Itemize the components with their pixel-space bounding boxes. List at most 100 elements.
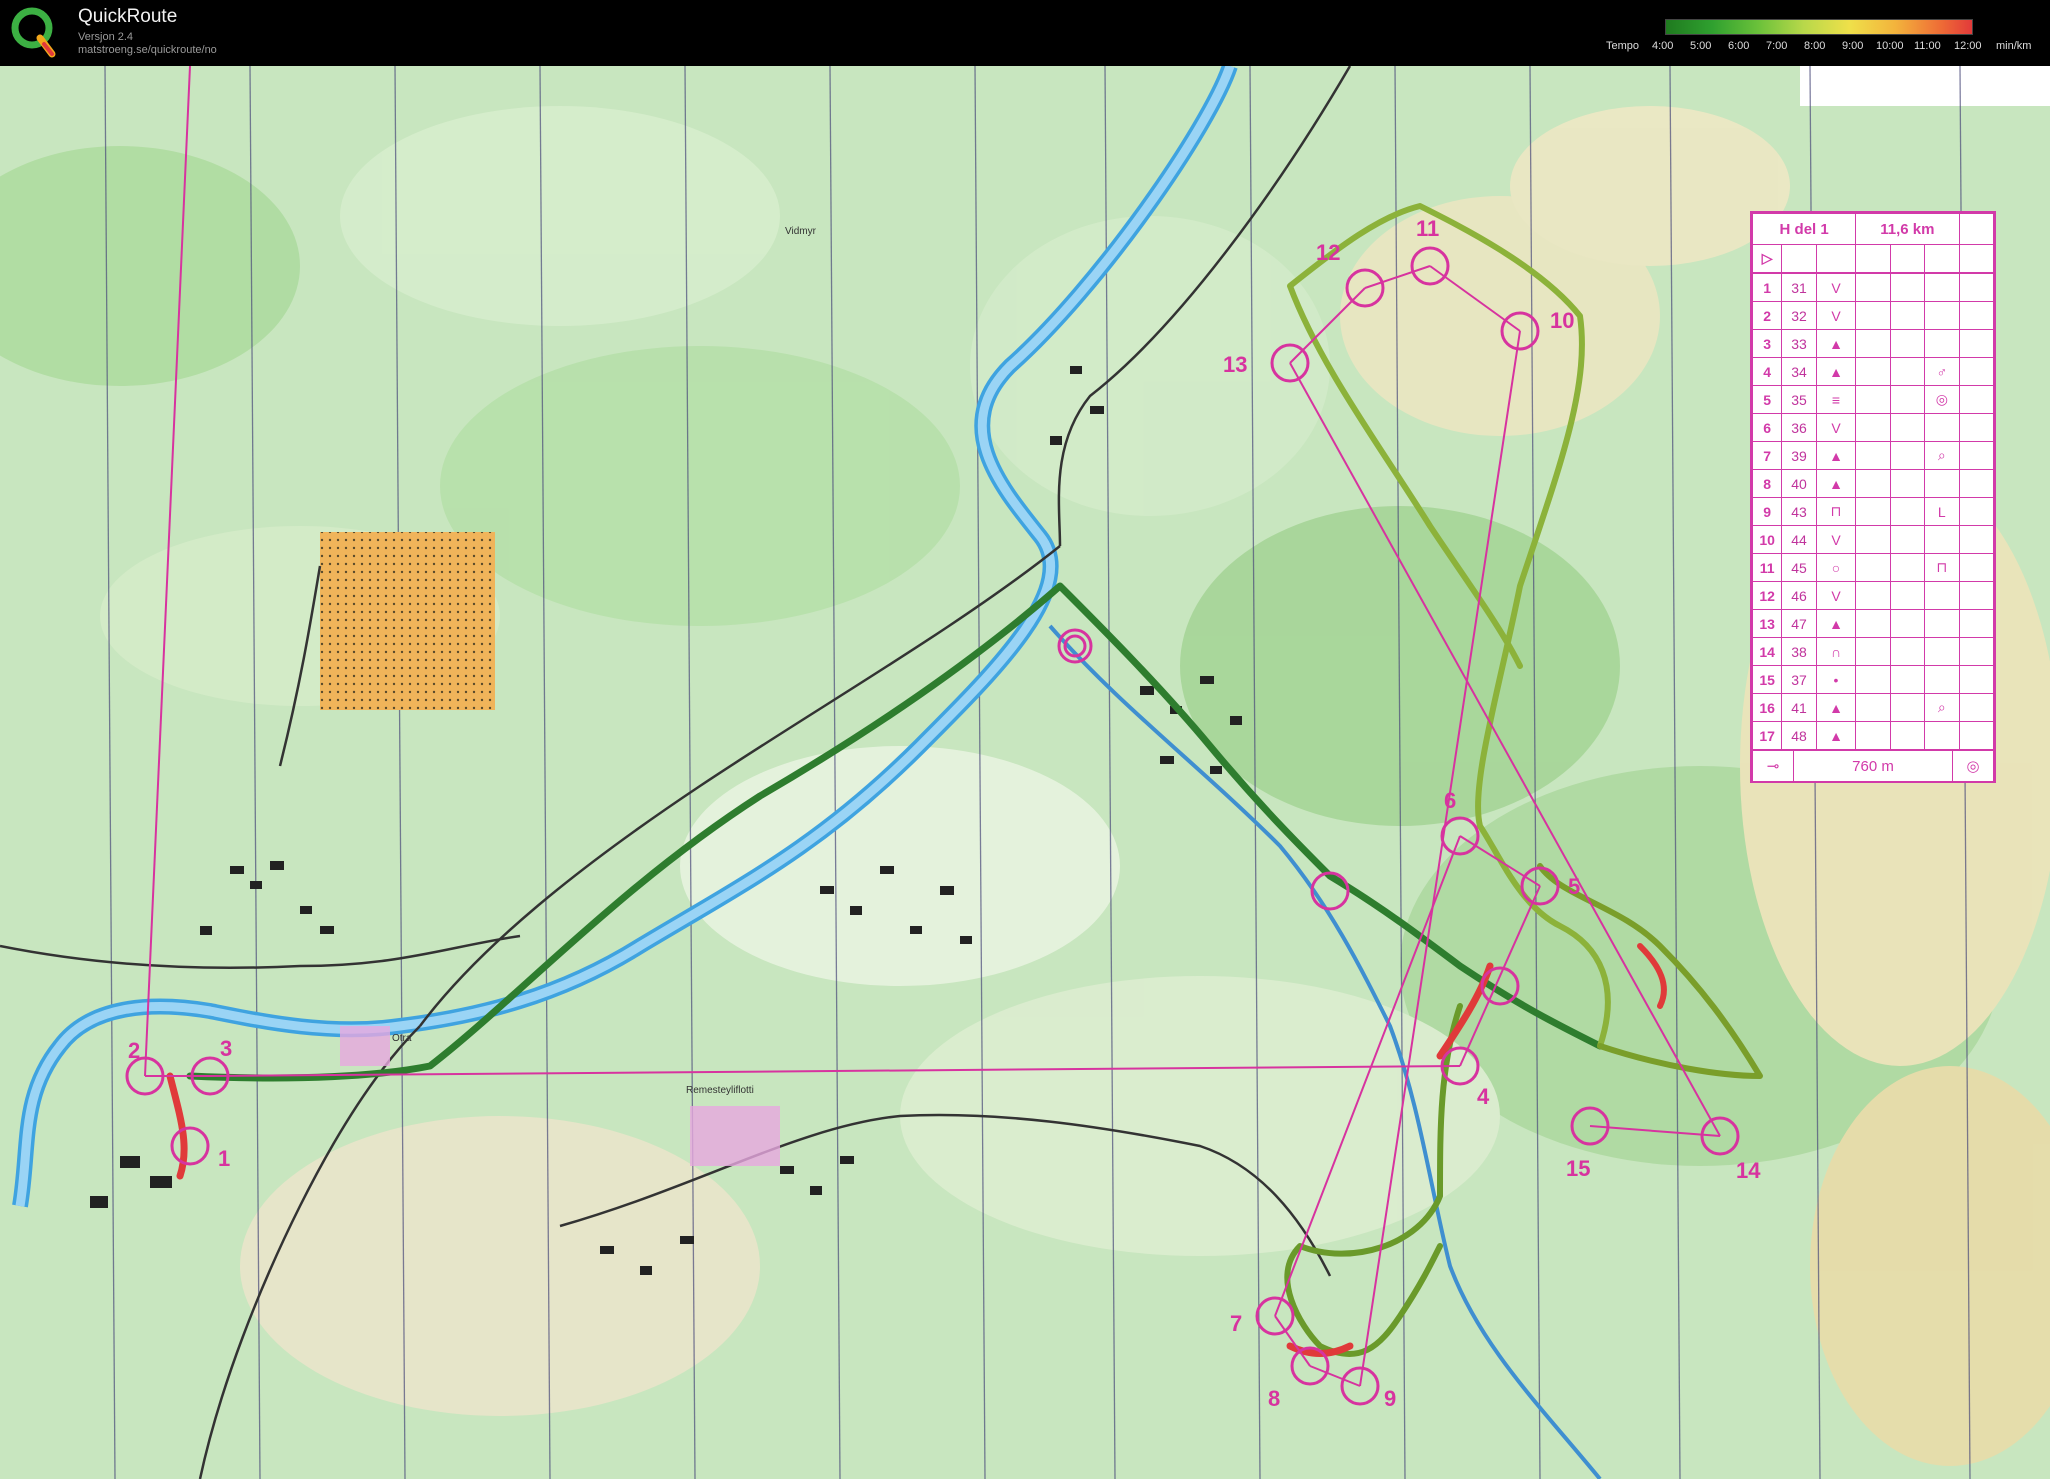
control-row: 2 32 V (1751, 301, 1995, 330)
finish-end-icon: ◎ (1952, 750, 1994, 782)
empty-cell (1855, 581, 1891, 610)
empty-cell (1855, 637, 1891, 666)
control-code: 34 (1781, 357, 1817, 386)
place-remesteyliflotti: Remesteyliflotti (686, 1085, 754, 1096)
control-number: 1 (1751, 273, 1783, 302)
detail-symbol-icon (1924, 301, 1960, 330)
detail-symbol-icon (1924, 581, 1960, 610)
control-row: 12 46 V (1751, 581, 1995, 610)
empty-cell (1958, 637, 1995, 666)
start-triangle-icon: ▷ (1751, 244, 1783, 273)
control-code: 35 (1781, 385, 1817, 414)
control-code: 39 (1781, 441, 1817, 470)
empty-cell (1958, 385, 1995, 414)
control-9-label: 9 (1384, 1386, 1396, 1411)
control-1-label: 1 (218, 1146, 230, 1171)
app-url: matstroeng.se/quickroute/no (78, 44, 217, 56)
map-canvas[interactable]: 1 2 3 4 5 6 7 8 9 10 11 12 13 14 15 Vidm… (0, 66, 2050, 1479)
empty-cell (1855, 469, 1891, 498)
control-code: 48 (1781, 721, 1817, 750)
feature-symbol-icon: V (1815, 525, 1857, 554)
unmapped-area (1800, 66, 2050, 106)
detail-symbol-icon (1924, 665, 1960, 694)
empty-cell (1855, 665, 1891, 694)
empty-cell (1889, 525, 1926, 554)
tempo-tick: 4:00 (1652, 40, 1674, 52)
control-code: 31 (1781, 273, 1817, 302)
app-version: Versjon 2.4 (78, 31, 134, 43)
control-row: 13 47 ▲ (1751, 609, 1995, 638)
empty-cell (1889, 721, 1926, 750)
control-row: 4 34 ▲ ♂ (1751, 357, 1995, 386)
feature-symbol-icon: ⊓ (1815, 497, 1857, 526)
control-row: 7 39 ▲ ⌕ (1751, 441, 1995, 470)
control-row: 1 31 V (1751, 273, 1995, 302)
tempo-tick: 6:00 (1728, 40, 1750, 52)
empty-cell (1889, 665, 1926, 694)
control-number: 5 (1751, 385, 1783, 414)
feature-symbol-icon: ▲ (1815, 329, 1857, 358)
empty-cell (1958, 525, 1995, 554)
control-code: 37 (1781, 665, 1817, 694)
control-number: 16 (1751, 693, 1783, 722)
tempo-tick: 11:00 (1914, 40, 1941, 52)
feature-symbol-icon: ∩ (1815, 637, 1857, 666)
control-6-label: 6 (1444, 788, 1456, 813)
control-number: 11 (1751, 553, 1783, 582)
control-number: 8 (1751, 469, 1783, 498)
control-number: 12 (1751, 581, 1783, 610)
tempo-tick: 7:00 (1766, 40, 1788, 52)
control-code: 38 (1781, 637, 1817, 666)
detail-symbol-icon: ◎ (1924, 385, 1960, 414)
feature-symbol-icon: ▲ (1815, 357, 1857, 386)
tempo-color-bar (1665, 19, 1973, 35)
empty-cell (1958, 301, 1995, 330)
feature-symbol-icon: ▲ (1815, 609, 1857, 638)
empty-cell (1958, 497, 1995, 526)
control-10-label: 10 (1550, 308, 1574, 333)
control-number: 13 (1751, 609, 1783, 638)
empty-cell (1958, 413, 1995, 442)
empty-cell (1889, 413, 1926, 442)
quickroute-logo-icon (11, 7, 56, 58)
control-number: 15 (1751, 665, 1783, 694)
empty-cell (1855, 357, 1891, 386)
control-3-label: 3 (220, 1036, 232, 1061)
control-code: 32 (1781, 301, 1817, 330)
empty-cell (1958, 721, 1995, 750)
control-row: 3 33 ▲ (1751, 329, 1995, 358)
tempo-legend: Tempo 4:00 5:00 6:00 7:00 8:00 9:00 10:0… (1600, 14, 2045, 60)
tempo-tick: 8:00 (1804, 40, 1826, 52)
control-code: 43 (1781, 497, 1817, 526)
control-7-label: 7 (1230, 1311, 1242, 1336)
control-number: 2 (1751, 301, 1783, 330)
detail-symbol-icon (1924, 609, 1960, 638)
control-code: 46 (1781, 581, 1817, 610)
empty-cell (1958, 609, 1995, 638)
tempo-tick: 12:00 (1954, 40, 1982, 52)
control-5-label: 5 (1568, 874, 1580, 899)
empty-cell (1958, 693, 1995, 722)
course-class: H del 1 (1751, 213, 1857, 245)
control-code: 41 (1781, 693, 1817, 722)
control-code: 40 (1781, 469, 1817, 498)
detail-symbol-icon (1924, 721, 1960, 750)
control-row: 5 35 ≡ ◎ (1751, 385, 1995, 414)
tempo-tick: 5:00 (1690, 40, 1712, 52)
feature-symbol-icon: V (1815, 273, 1857, 302)
orienteering-map[interactable]: 1 2 3 4 5 6 7 8 9 10 11 12 13 14 15 Vidm… (0, 66, 2050, 1479)
empty-cell (1889, 441, 1926, 470)
detail-symbol-icon (1924, 273, 1960, 302)
empty-cell (1889, 357, 1926, 386)
control-code: 45 (1781, 553, 1817, 582)
empty-cell (1889, 469, 1926, 498)
feature-symbol-icon: ▲ (1815, 441, 1857, 470)
empty-cell (1889, 553, 1926, 582)
empty-cell (1855, 721, 1891, 750)
detail-symbol-icon (1924, 329, 1960, 358)
control-4-label: 4 (1477, 1084, 1490, 1109)
control-number: 4 (1751, 357, 1783, 386)
empty-cell (1855, 329, 1891, 358)
empty-cell (1889, 385, 1926, 414)
control-row: 10 44 V (1751, 525, 1995, 554)
